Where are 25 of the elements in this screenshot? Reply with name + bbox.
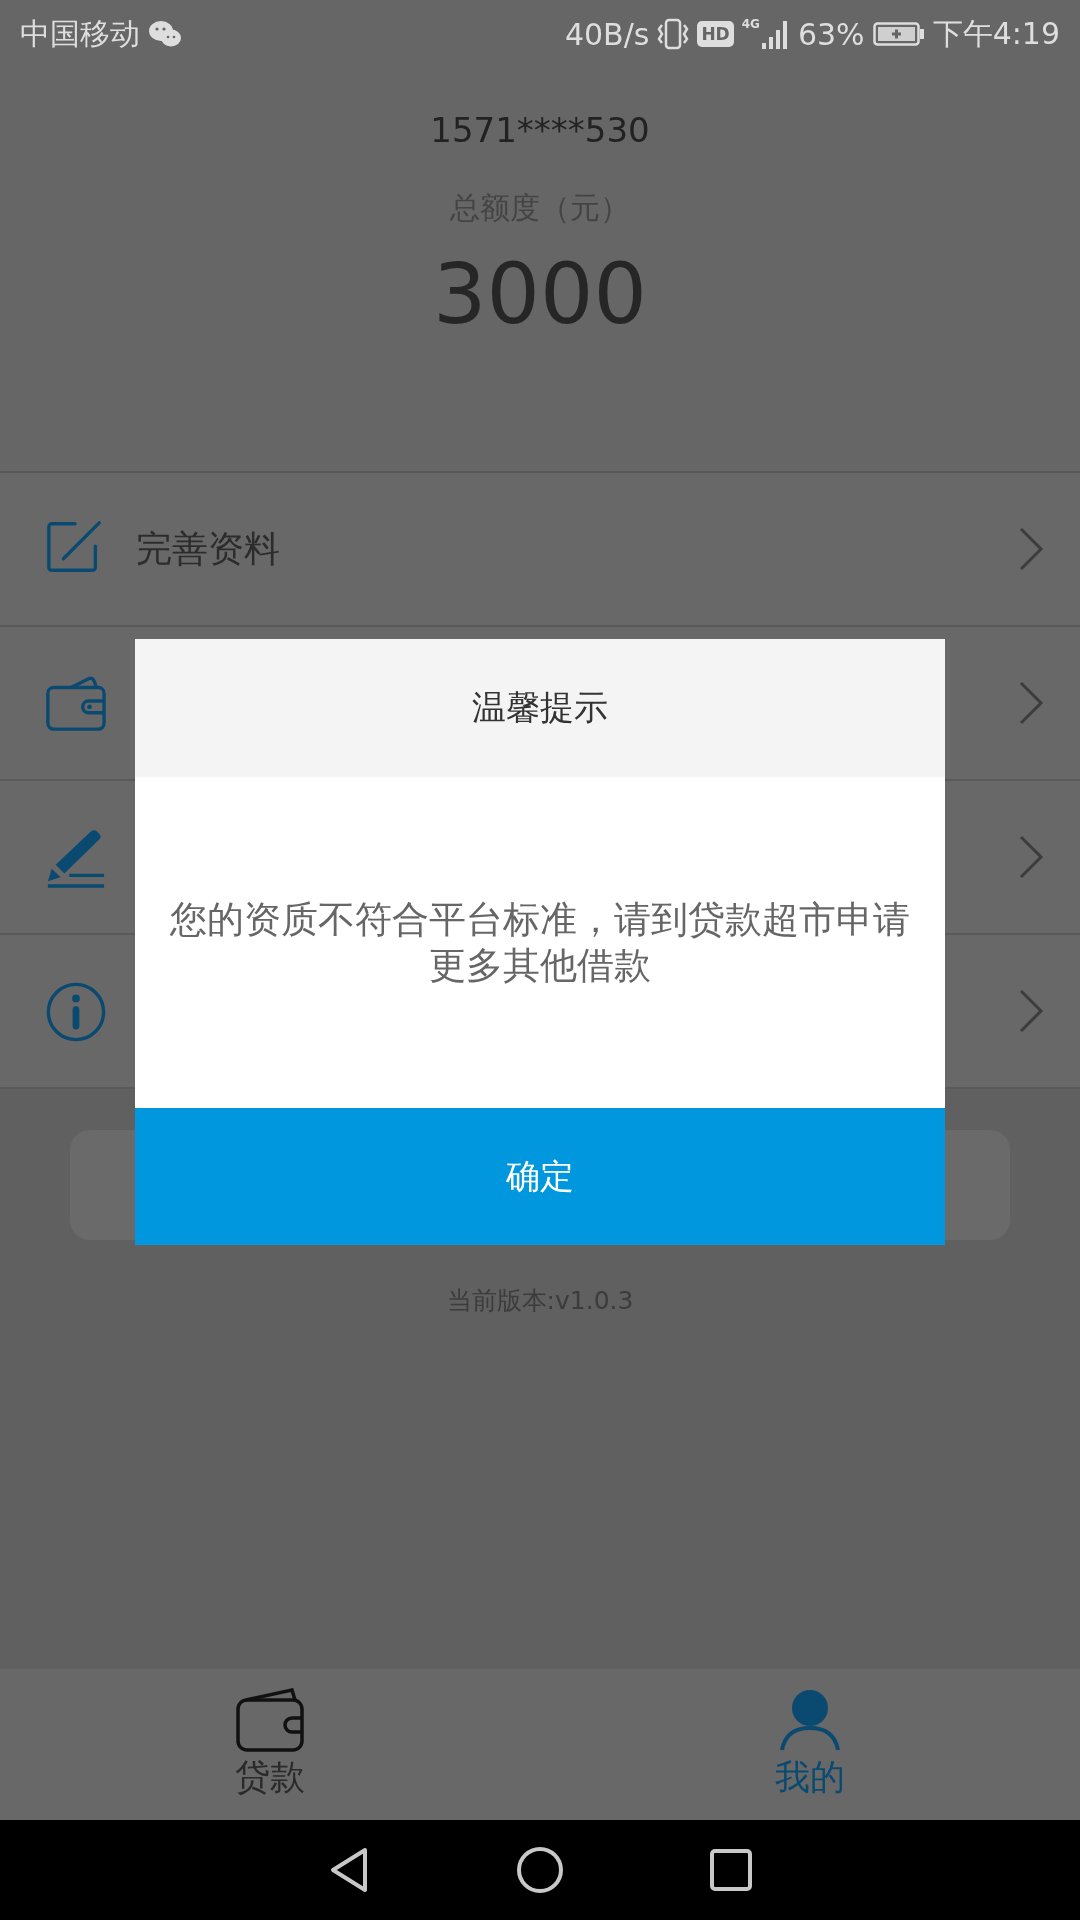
dialog-message: 您的资质不符合平台标准，请到贷款超市申请更多其他借款 [169,896,911,989]
vibrate-icon [657,17,690,51]
hd-badge: HD [697,21,734,47]
wallet-icon [236,1688,304,1752]
tab-item[interactable]: 我的 [540,1669,1080,1820]
network-speed: 40B/s [564,16,650,52]
chevron-right-icon [1018,834,1044,880]
battery-percent: 63% [797,16,865,52]
confirm-button[interactable]: 确定 [135,1108,945,1245]
chat-bubbles-icon [148,20,182,48]
menu-row[interactable]: 完善资料 [0,473,1080,627]
chevron-right-icon [1018,988,1044,1034]
dialog-title: 温馨提示 [135,639,945,777]
chevron-right-icon [1018,526,1044,572]
recents-icon [709,1848,753,1892]
battery-icon [872,21,925,47]
info-icon [44,980,106,1042]
chevron-right-icon [1018,680,1044,726]
home-icon [516,1846,564,1894]
phone-number: 1571****530 [430,109,650,152]
clock-time: 下午4:19 [932,14,1060,53]
network-type: 4G [741,17,760,31]
carrier-name: 中国移动 [20,14,140,53]
limit-amount: 3000 [433,249,647,339]
tab-item[interactable]: 贷款 [0,1669,540,1820]
